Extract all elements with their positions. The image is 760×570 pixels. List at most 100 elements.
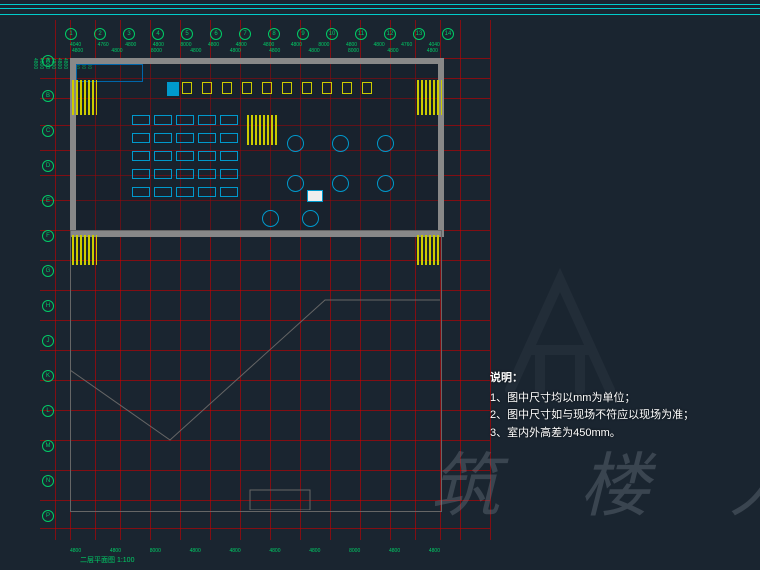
dimension-value: 4800 xyxy=(62,58,68,528)
round-table-icon xyxy=(332,175,349,192)
equipment-icon xyxy=(342,82,352,94)
dimension-value: 8000 xyxy=(348,48,359,54)
axis-bubble: 4 xyxy=(152,28,164,40)
guide-line-top3 xyxy=(0,14,760,15)
seat-icon xyxy=(132,133,150,143)
dimension-value: 4800 xyxy=(309,548,320,554)
seat-icon xyxy=(198,151,216,161)
axis-bubble: 9 xyxy=(297,28,309,40)
seat-icon xyxy=(220,187,238,197)
stair-center-icon xyxy=(247,115,277,145)
dimension-value: 4800 xyxy=(427,48,438,54)
fixture-icon xyxy=(167,82,179,96)
watermark-text: 筑 楼 人 xyxy=(430,430,760,531)
axis-bubble: 7 xyxy=(239,28,251,40)
cad-canvas[interactable]: 1234567891011121314 ABCDEFGHJKLMNP 40404… xyxy=(0,0,760,570)
equipment-icon xyxy=(322,82,332,94)
equipment-icon xyxy=(302,82,312,94)
axis-bubble: 6 xyxy=(210,28,222,40)
dimension-value: 4800 xyxy=(387,48,398,54)
axis-bubble: 14 xyxy=(442,28,454,40)
dimension-value: 4800 xyxy=(269,48,280,54)
equipment-icon xyxy=(222,82,232,94)
podium-icon xyxy=(307,190,323,202)
seat-icon xyxy=(132,169,150,179)
seat-icon xyxy=(154,169,172,179)
dimension-row-lower: 4800 4800 8000 4800 4800 4800 4800 8000 4800 4800 xyxy=(70,48,440,54)
seat-icon xyxy=(176,151,194,161)
seat-icon xyxy=(220,115,238,125)
round-table-icon xyxy=(302,210,319,227)
seat-icon xyxy=(220,169,238,179)
seat-icon xyxy=(154,151,172,161)
seat-icon xyxy=(220,133,238,143)
dimension-value: 4800 xyxy=(269,548,280,554)
lower-diagonal-lines xyxy=(70,230,440,510)
round-table-icon xyxy=(332,135,349,152)
dimension-value: 4800 xyxy=(32,58,38,528)
dimension-value: 4800 xyxy=(429,548,440,554)
seat-icon xyxy=(154,133,172,143)
dimension-value: 4800 xyxy=(50,58,56,528)
round-table-icon xyxy=(287,175,304,192)
round-table-icon xyxy=(287,135,304,152)
dimension-value: 4800 xyxy=(190,48,201,54)
axis-bubble: 11 xyxy=(355,28,367,40)
axis-bubble: 1 xyxy=(65,28,77,40)
seat-icon xyxy=(154,187,172,197)
seat-icon xyxy=(198,133,216,143)
dimension-value: 8000 xyxy=(349,548,360,554)
stair-ne-icon xyxy=(417,80,442,115)
dimension-value: 8000 xyxy=(150,548,161,554)
seat-icon xyxy=(176,133,194,143)
axis-bubble: 8 xyxy=(268,28,280,40)
dimension-value: 4800 xyxy=(70,548,81,554)
seat-icon xyxy=(132,151,150,161)
seat-icon xyxy=(154,115,172,125)
round-table-icon xyxy=(262,210,279,227)
gridline-horizontal xyxy=(40,528,490,529)
seat-icon xyxy=(220,151,238,161)
dimension-value: 4800 xyxy=(389,548,400,554)
guide-line-top1 xyxy=(0,4,760,5)
stair-nw-icon xyxy=(72,80,97,115)
axis-bubble: 5 xyxy=(181,28,193,40)
round-table-icon xyxy=(377,135,394,152)
dimension-value: 4800 xyxy=(111,48,122,54)
seat-icon xyxy=(176,187,194,197)
dimension-value: 4800 xyxy=(230,548,241,554)
guide-line-top2 xyxy=(0,8,760,9)
axis-bubble: 2 xyxy=(94,28,106,40)
dimension-value: 8000 xyxy=(151,48,162,54)
dimension-value: 4800 xyxy=(309,48,320,54)
seat-icon xyxy=(198,169,216,179)
seat-icon xyxy=(132,115,150,125)
seat-icon xyxy=(198,187,216,197)
dimension-row-bottom: 4800 4800 8000 4800 4800 4800 4800 8000 4800 4800 xyxy=(70,548,440,554)
axis-bubble: 10 xyxy=(326,28,338,40)
equipment-icon xyxy=(362,82,372,94)
seat-icon xyxy=(132,187,150,197)
dimension-value: 4800 xyxy=(72,48,83,54)
equipment-icon xyxy=(262,82,272,94)
building-outline-upper xyxy=(70,58,444,237)
dimension-value: 4800 xyxy=(38,58,44,528)
round-table-icon xyxy=(377,175,394,192)
watermark-logo-icon xyxy=(470,250,650,430)
dimension-value: 8000 xyxy=(44,58,50,528)
axis-bubble: 13 xyxy=(413,28,425,40)
dimension-value: 4800 xyxy=(230,48,241,54)
equipment-icon xyxy=(202,82,212,94)
drawing-title: 二层平面图 1:100 xyxy=(80,555,134,565)
equipment-icon xyxy=(182,82,192,94)
seat-icon xyxy=(176,115,194,125)
seat-icon xyxy=(198,115,216,125)
equipment-icon xyxy=(242,82,252,94)
dimension-value: 4800 xyxy=(110,548,121,554)
dimension-value: 4800 xyxy=(190,548,201,554)
dimension-value: 4800 xyxy=(56,58,62,528)
seat-icon xyxy=(176,169,194,179)
equipment-icon xyxy=(282,82,292,94)
axis-bubble: 3 xyxy=(123,28,135,40)
axis-bubble: 12 xyxy=(384,28,396,40)
